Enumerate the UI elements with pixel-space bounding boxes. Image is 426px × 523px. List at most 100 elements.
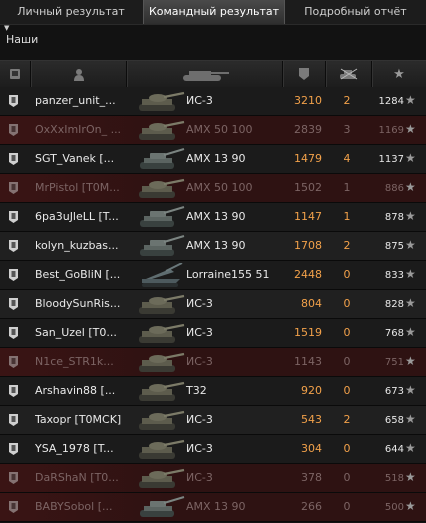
experience-star-icon: ★ [405,470,416,484]
damage-value: 920 [301,384,322,397]
damage-value: 2839 [294,123,322,136]
vehicle-class-icon [9,153,18,165]
damage-value: 1519 [294,326,322,339]
tank-image [136,379,186,404]
player-name[interactable]: Arshavin88 [... [35,384,135,397]
experience-value: 673 [384,386,404,397]
player-name[interactable]: Taxopr [T0MCK] [35,413,135,426]
experience-star-icon: ★ [405,441,416,455]
player-name[interactable]: BABYSobol [... [35,500,135,513]
damage-value: 1708 [294,239,322,252]
experience-value: 768 [384,328,404,339]
player-name[interactable]: panzer_unit_... [35,94,135,107]
damage-value: 3210 [294,94,322,107]
table-row[interactable]: MrPistol [T0M... AMX 50 100 1502 1 886 ★ [0,174,426,203]
table-row[interactable]: San_Uzel [T0... ИС-3 1519 0 768 ★ [0,319,426,348]
tank-image [136,176,186,201]
tank-icon [182,71,229,81]
column-header-vehicle-type[interactable] [0,61,31,87]
player-name[interactable]: OxXxImIrOn_ ... [35,123,135,136]
kills-value: 2 [343,94,351,107]
kills-value: 0 [343,268,351,281]
column-header-player[interactable] [31,61,127,87]
experience-star-icon: ★ [405,296,416,310]
table-row[interactable]: SGT_Vanek [... AMX 13 90 1479 4 1137 ★ [0,145,426,174]
player-name[interactable]: kolyn_kuzbas... [35,239,135,252]
column-header-tank[interactable] [127,61,283,87]
tank-image [136,118,186,143]
tank-image [136,408,186,433]
player-name[interactable]: BloodySunRis... [35,297,135,310]
vehicle-class-icon [9,240,18,252]
table-row[interactable]: Arshavin88 [... T32 920 0 673 ★ [0,377,426,406]
kills-value: 2 [343,239,351,252]
experience-value: 1137 [378,154,404,165]
experience-star-icon: ★ [405,267,416,281]
player-name[interactable]: MrPistol [T0M... [35,181,135,194]
column-header-experience[interactable]: ★ [372,61,426,87]
player-name[interactable]: N1ce_STR1k... [35,355,135,368]
kills-value: 0 [343,326,351,339]
tank-image [136,292,186,317]
player-icon [73,68,84,81]
vehicle-class-icon [9,298,18,310]
table-row[interactable]: Best_GoBliN [... Lorraine155 51 2448 0 833 ★ [0,261,426,290]
experience-star-icon: ★ [405,122,416,136]
experience-value: 518 [384,473,404,484]
tank-image [136,147,186,172]
damage-value: 2448 [294,268,322,281]
vehicle-class-icon [9,269,18,281]
table-row[interactable]: kolyn_kuzbas... AMX 13 90 1708 2 875 ★ [0,232,426,261]
table-row[interactable]: 6pa3uJleLL [T... AMX 13 90 1147 1 878 ★ [0,203,426,232]
vehicle-class-icon [9,472,18,484]
table-row[interactable]: OxXxImIrOn_ ... AMX 50 100 2839 3 1169 ★ [0,116,426,145]
column-header-kills[interactable] [326,61,372,87]
tank-image [136,495,186,520]
experience-value: 1169 [378,125,404,136]
kills-value: 0 [343,442,351,455]
team-name: Наши [6,33,39,46]
kills-icon [339,68,357,80]
tab-team-result[interactable]: Командный результат [143,0,285,24]
experience-value: 878 [384,212,404,223]
experience-star-icon: ★ [405,151,416,165]
vehicle-class-icon [9,443,18,455]
kills-value: 1 [343,210,351,223]
tab-personal-result[interactable]: Личный результат [0,0,142,24]
damage-value: 304 [301,442,322,455]
experience-star-icon: ★ [393,66,405,82]
collapse-arrow-icon[interactable]: ▼ [4,24,9,32]
table-row[interactable]: N1ce_STR1k... ИС-3 1143 0 751 ★ [0,348,426,377]
table-row[interactable]: Taxopr [T0MCK] ИС-3 543 2 658 ★ [0,406,426,435]
table-row[interactable]: YSA_1978 [T... ИС-3 304 0 644 ★ [0,435,426,464]
player-name[interactable]: SGT_Vanek [... [35,152,135,165]
kills-value: 0 [343,500,351,513]
player-name[interactable]: DaRShaN [T0... [35,471,135,484]
damage-value: 1502 [294,181,322,194]
table-row[interactable]: panzer_unit_... ИС-3 3210 2 1284 ★ [0,87,426,116]
vehicle-type-icon [10,69,20,79]
experience-value: 658 [384,415,404,426]
table-header: ★ [0,60,426,88]
tank-image [136,321,186,346]
tank-image [136,262,186,288]
kills-value: 0 [343,384,351,397]
tab-detailed-report[interactable]: Подробный отчёт [285,0,426,24]
kills-value: 1 [343,181,351,194]
player-name[interactable]: San_Uzel [T0... [35,326,135,339]
player-name[interactable]: 6pa3uJleLL [T... [35,210,135,223]
experience-value: 751 [384,357,404,368]
table-row[interactable]: BloodySunRis... ИС-3 804 0 828 ★ [0,290,426,319]
damage-value: 804 [301,297,322,310]
column-header-damage[interactable] [283,61,326,87]
damage-value: 1147 [294,210,322,223]
experience-star-icon: ★ [405,209,416,223]
experience-value: 644 [384,444,404,455]
player-name[interactable]: YSA_1978 [T... [35,442,135,455]
player-name[interactable]: Best_GoBliN [... [35,268,135,281]
table-row[interactable]: DaRShaN [T0... ИС-3 378 0 518 ★ [0,464,426,493]
vehicle-class-icon [9,211,18,223]
experience-value: 886 [384,183,404,194]
vehicle-class-icon [9,356,18,368]
damage-value: 378 [301,471,322,484]
